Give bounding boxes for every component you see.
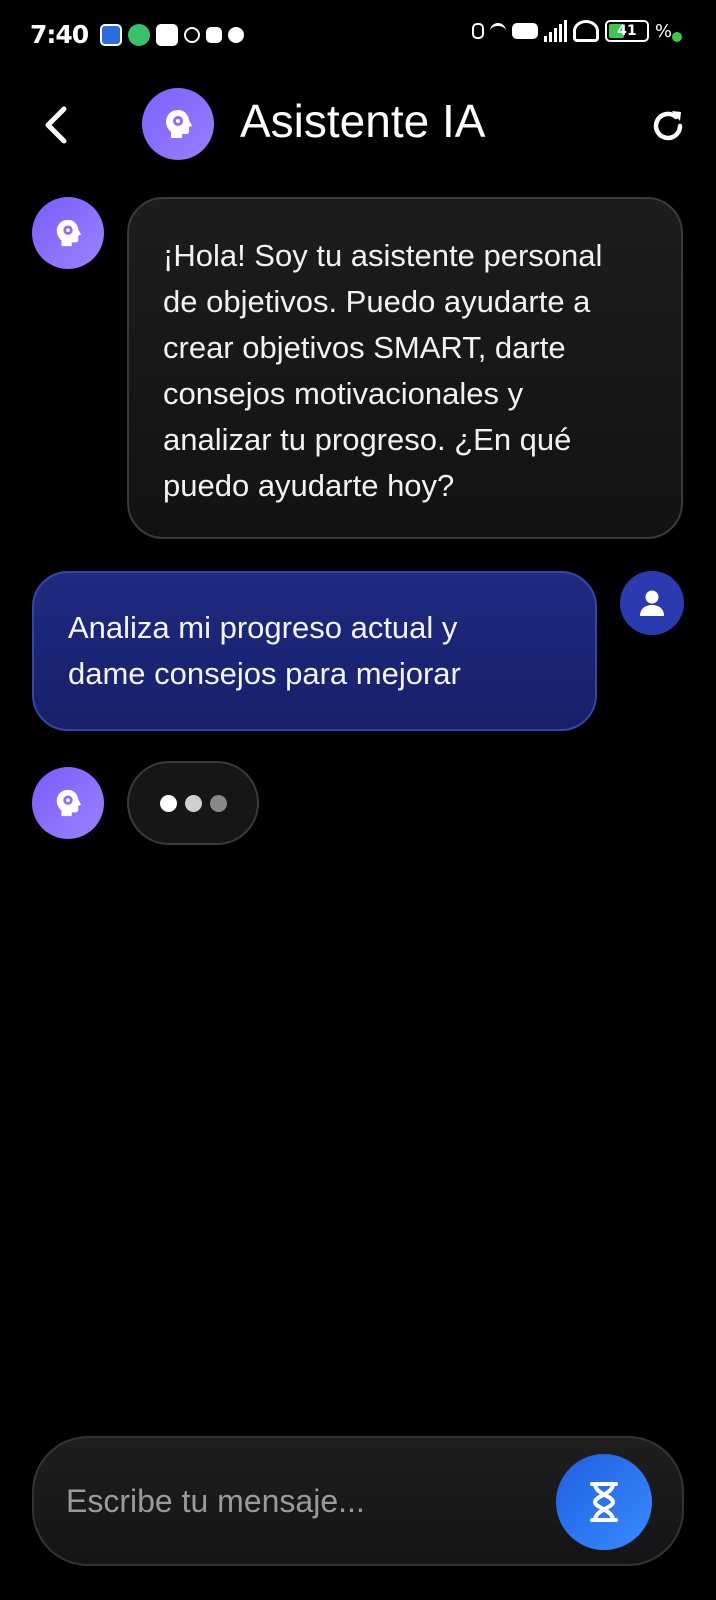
facebook-icon	[228, 27, 244, 43]
system-indicators: 41 %	[471, 20, 672, 42]
user-avatar	[620, 571, 684, 635]
app-notification-icon	[156, 24, 178, 46]
typing-indicator	[127, 761, 259, 845]
status-bar: 7:40 41 %	[0, 0, 716, 80]
chat-header: Asistente IA	[0, 80, 716, 170]
page-title: Asistente IA	[240, 95, 486, 147]
bluetooth-icon	[184, 27, 200, 43]
battery-icon: 41	[604, 20, 649, 42]
person-icon	[640, 590, 664, 616]
send-button[interactable]	[556, 1454, 652, 1550]
assistant-avatar	[32, 197, 104, 269]
head-brain-icon	[166, 110, 192, 138]
message-composer	[32, 1436, 684, 1566]
volte-icon	[511, 23, 538, 39]
assistant-avatar	[142, 88, 214, 160]
vibrate-icon	[471, 23, 484, 39]
battery-percent-symbol: %	[654, 20, 672, 42]
chevron-left-icon	[45, 106, 67, 144]
cell-signal-icon	[543, 20, 567, 42]
hourglass-icon	[590, 1482, 618, 1522]
message-input[interactable]	[66, 1468, 536, 1534]
eye-app-icon	[128, 24, 150, 46]
head-brain-icon	[56, 219, 82, 247]
privacy-indicator-icon	[672, 32, 682, 42]
notification-icons	[100, 24, 244, 46]
head-brain-icon	[56, 789, 82, 817]
status-time: 7:40	[30, 20, 89, 49]
wifi-icon	[572, 20, 599, 42]
battery-level-text: 41	[617, 23, 637, 39]
typing-dot	[209, 794, 227, 812]
message-app-icon	[100, 24, 122, 46]
refresh-icon	[653, 111, 683, 141]
cast-icon	[206, 27, 222, 43]
typing-dot	[184, 794, 202, 812]
typing-dot	[159, 794, 177, 812]
assistant-avatar	[32, 767, 104, 839]
refresh-button[interactable]	[644, 102, 692, 150]
user-message: Analiza mi progreso actual y dame consej…	[32, 571, 597, 731]
wifi-signal-icon	[489, 23, 506, 39]
assistant-message: ¡Hola! Soy tu asistente personal de obje…	[127, 197, 683, 539]
back-button[interactable]	[30, 100, 80, 150]
